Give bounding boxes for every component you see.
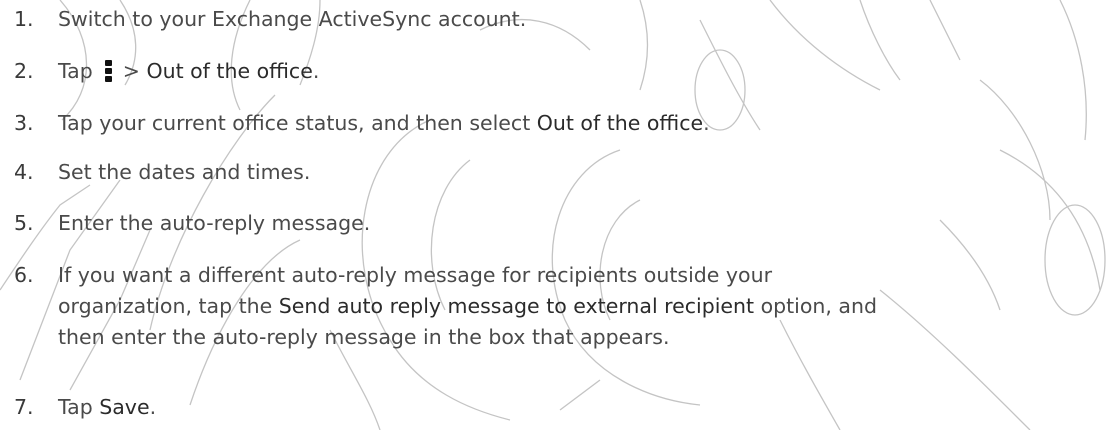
step-text: then enter the auto-reply message in the…: [58, 325, 670, 349]
step-text: .: [703, 111, 710, 135]
step-number: 1.: [14, 7, 34, 31]
step-text: >: [116, 59, 147, 83]
step-4: 4. Set the dates and times.: [14, 157, 310, 188]
command-label: Out of the office: [146, 59, 313, 83]
step-text: Enter the auto-reply message.: [58, 211, 371, 235]
step-number: 5.: [14, 211, 34, 235]
step-number: 4.: [14, 160, 34, 184]
step-text: Tap: [58, 395, 100, 419]
step-6: 6. If you want a different auto-reply mes…: [14, 260, 877, 353]
step-text: Tap: [58, 59, 100, 83]
step-text: Tap your current office status, and then…: [58, 111, 537, 135]
step-7: 7. Tap Save.: [14, 392, 156, 423]
step-body: Tap your current office status, and then…: [58, 108, 710, 139]
step-2: 2. Tap > Out of the office.: [14, 56, 319, 87]
command-label: Save: [99, 395, 150, 419]
step-number: 6.: [14, 263, 34, 287]
step-body: If you want a different auto-reply messa…: [58, 260, 877, 353]
command-label: Out of the office: [536, 111, 704, 135]
step-text: option, and: [754, 294, 878, 318]
step-text: .: [312, 59, 320, 83]
command-label: Send auto reply message to external reci…: [278, 294, 755, 318]
step-text: Switch to your Exchange ActiveSync accou…: [58, 7, 527, 31]
step-number: 2.: [14, 59, 34, 83]
overflow-menu-icon: [105, 60, 113, 82]
step-text: Set the dates and times.: [58, 160, 311, 184]
step-3: 3. Tap your current office status, and th…: [14, 108, 710, 139]
step-number: 7.: [14, 395, 34, 419]
step-5: 5. Enter the auto-reply message.: [14, 208, 370, 239]
step-body: Tap Save.: [58, 392, 156, 423]
step-1: 1. Switch to your Exchange ActiveSync acc…: [14, 4, 526, 35]
step-text: organization, tap the: [58, 294, 279, 318]
step-text: If you want a different auto-reply messa…: [58, 263, 772, 287]
step-text: .: [149, 395, 157, 419]
step-number: 3.: [14, 111, 34, 135]
step-body: Tap > Out of the office.: [58, 56, 319, 87]
instruction-steps: 1. Switch to your Exchange ActiveSync acc…: [0, 0, 1114, 430]
